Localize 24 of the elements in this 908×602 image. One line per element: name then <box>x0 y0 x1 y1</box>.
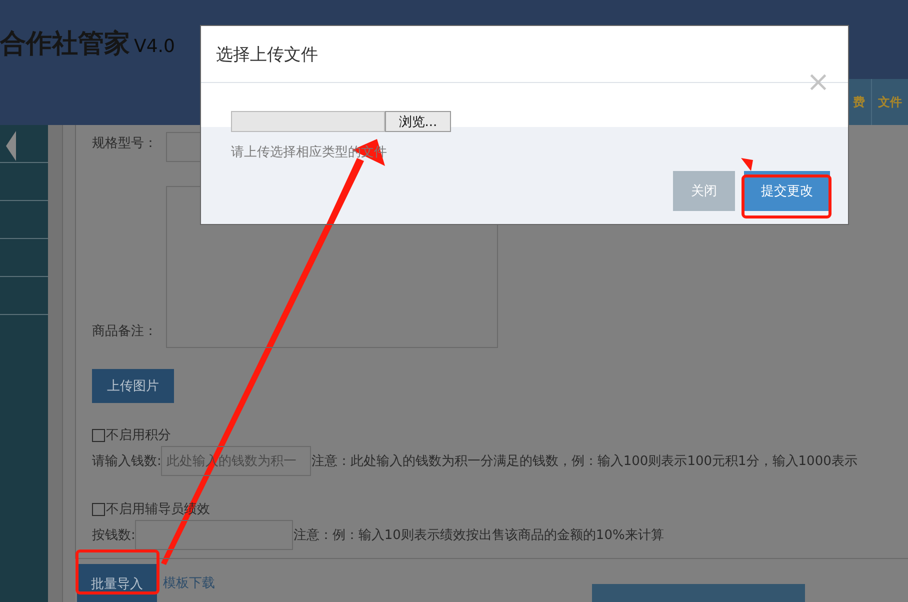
batch-import-button[interactable]: 批量导入 <box>77 564 157 602</box>
browse-button[interactable]: 浏览... <box>385 111 451 132</box>
note-text: 注意：此处输入的钱数为积一分满足的钱数，例：输入100则表示100元积1分，输入1000表示 <box>311 453 858 470</box>
file-field[interactable] <box>231 111 385 132</box>
field-label: 按钱数: <box>92 527 136 544</box>
nav-tab[interactable]: 文件 <box>871 79 908 125</box>
field-label: 商品备注： <box>92 323 158 341</box>
upload-image-button[interactable]: 上传图片 <box>92 369 174 403</box>
note-text: 注意：例：输入10则表示绩效按出售该商品的金额的10%来计算 <box>293 527 664 544</box>
checkbox[interactable] <box>92 502 105 516</box>
close-dialog-button[interactable]: 关闭 <box>673 171 735 211</box>
amount-input[interactable] <box>135 520 294 550</box>
checkbox[interactable] <box>92 428 105 442</box>
submit-button[interactable]: 提交更改 <box>744 171 830 211</box>
app-title: 合作社管家 <box>0 28 130 61</box>
field-label: 请输入钱数: <box>92 453 162 470</box>
dialog-title: 选择上传文件 <box>216 44 318 66</box>
field-label: 规格型号： <box>92 135 158 153</box>
template-download-link[interactable]: 模板下载 <box>163 574 215 592</box>
arrow-head-icon <box>741 158 753 171</box>
collapse-icon[interactable] <box>6 131 16 161</box>
close-button[interactable]: × <box>806 68 830 96</box>
version-label: V4.0 <box>134 36 175 57</box>
checkbox-label: 不启用积分 <box>106 427 171 444</box>
